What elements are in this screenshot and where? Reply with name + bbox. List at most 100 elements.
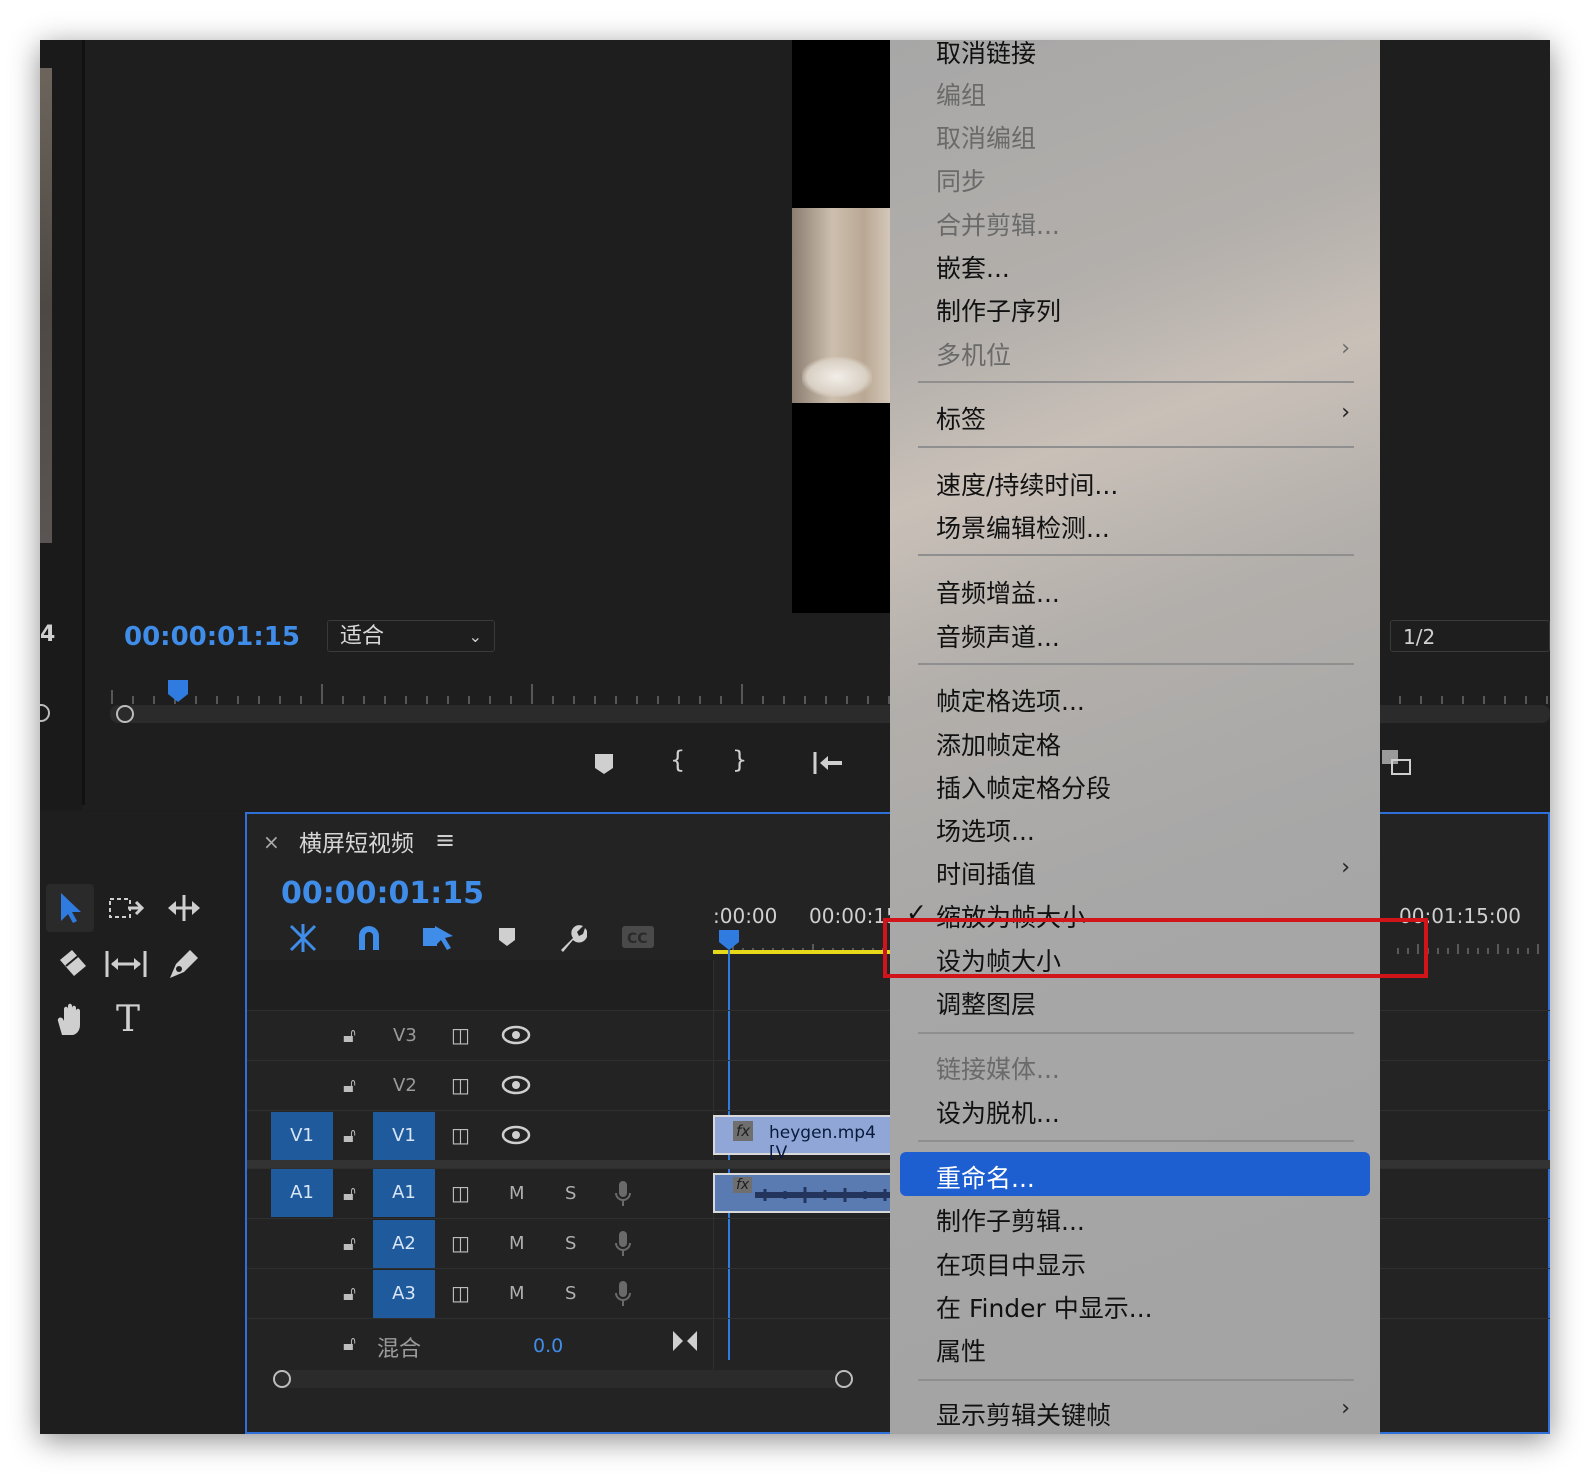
track-label-v2[interactable]: V2	[393, 1075, 417, 1096]
menu-item-speed-duration[interactable]: 速度/持续时间...	[936, 466, 1118, 502]
track-label-v3[interactable]: V3	[393, 1025, 417, 1046]
menu-item-field-options[interactable]: 场选项...	[936, 812, 1035, 848]
lock-icon[interactable]: 🔓︎	[343, 1231, 356, 1255]
zoom-handle-left[interactable]	[116, 705, 134, 723]
sync-lock-icon[interactable]: ◫	[451, 1123, 470, 1147]
program-timecode[interactable]: 00:00:01:15	[124, 622, 300, 652]
sync-lock-icon[interactable]: ◫	[451, 1023, 470, 1047]
menu-item-adjustment-layer[interactable]: 调整图层	[936, 985, 1036, 1021]
razor-tool[interactable]	[48, 940, 96, 988]
text-icon: T	[115, 999, 140, 1040]
solo-button[interactable]: S	[565, 1233, 576, 1254]
track-target-a1[interactable]: A1	[373, 1169, 435, 1217]
lock-icon[interactable]: 🔓︎	[343, 1123, 356, 1147]
track-target-v1[interactable]: V1	[373, 1112, 435, 1160]
microphone-icon[interactable]	[613, 1229, 633, 1259]
source-patch-v1[interactable]: V1	[271, 1112, 333, 1160]
lock-icon[interactable]: 🔓︎	[343, 1073, 356, 1097]
go-to-in-icon[interactable]	[812, 750, 844, 776]
add-marker-icon[interactable]	[593, 752, 615, 776]
menu-item-link-media[interactable]: 链接媒体...	[936, 1050, 1060, 1086]
menu-item-audio-gain[interactable]: 音频增益...	[936, 574, 1060, 610]
menu-item-unlink[interactable]: 取消链接	[936, 40, 1036, 70]
lock-icon[interactable]: 🔓︎	[343, 1181, 356, 1205]
menu-item-make-subsequence[interactable]: 制作子序列	[936, 292, 1061, 328]
menu-item-rename[interactable]: 重命名...	[936, 1159, 1035, 1195]
fit-dropdown[interactable]: 适合 ⌄	[327, 620, 495, 652]
timeline-scrollbar[interactable]	[273, 1370, 853, 1388]
mute-button[interactable]: M	[509, 1233, 525, 1254]
panel-menu-icon[interactable]: ≡	[435, 826, 455, 854]
captions-icon[interactable]: CC	[621, 924, 655, 950]
menu-item-insert-frame-hold-segment[interactable]: 插入帧定格分段	[936, 769, 1111, 805]
eye-icon[interactable]	[501, 1075, 531, 1095]
sync-lock-icon[interactable]: ◫	[451, 1181, 470, 1205]
scroll-handle-left[interactable]	[273, 1370, 291, 1388]
video-clip[interactable]: fx heygen.mp4 [V	[713, 1115, 893, 1163]
menu-item-scene-edit-detection[interactable]: 场景编辑检测...	[936, 509, 1110, 545]
timeline-timecode[interactable]: 00:00:01:15	[281, 876, 484, 911]
mute-button[interactable]: M	[509, 1283, 525, 1304]
menu-item-group[interactable]: 编组	[936, 76, 986, 112]
menu-item-properties[interactable]: 属性	[936, 1332, 986, 1368]
type-tool[interactable]: T	[104, 996, 152, 1044]
ripple-edit-tool[interactable]	[160, 884, 208, 932]
audio-clip[interactable]: fx	[713, 1173, 893, 1213]
solo-button[interactable]: S	[565, 1183, 576, 1204]
track-select-tool[interactable]	[102, 884, 150, 932]
hand-tool[interactable]	[48, 996, 96, 1044]
menu-item-show-clip-keyframes[interactable]: 显示剪辑关键帧	[936, 1396, 1111, 1432]
ruler-time-start: :00:00	[713, 904, 778, 928]
compare-view-icon[interactable]	[1380, 748, 1414, 778]
menu-item-multicam[interactable]: 多机位	[936, 336, 1011, 372]
scroll-handle-right[interactable]	[835, 1370, 853, 1388]
menu-item-make-subclip[interactable]: 制作子剪辑...	[936, 1202, 1085, 1238]
menu-item-make-offline[interactable]: 设为脱机...	[936, 1094, 1060, 1130]
menu-separator	[918, 381, 1354, 383]
eye-icon[interactable]	[501, 1125, 531, 1145]
microphone-icon[interactable]	[613, 1279, 633, 1309]
menu-item-audio-channels[interactable]: 音频声道...	[936, 618, 1060, 654]
source-patch-a1[interactable]: A1	[271, 1169, 333, 1217]
menu-item-nest[interactable]: 嵌套...	[936, 249, 1010, 285]
track-target-a2[interactable]: A2	[373, 1220, 435, 1268]
pen-tool[interactable]	[160, 940, 208, 988]
close-icon[interactable]: ×	[263, 830, 280, 854]
microphone-icon[interactable]	[613, 1179, 633, 1209]
resolution-dropdown[interactable]: 1/2	[1390, 620, 1550, 652]
menu-item-ungroup[interactable]: 取消编组	[936, 119, 1036, 155]
wrench-icon[interactable]	[555, 922, 587, 954]
menu-item-label[interactable]: 标签	[936, 400, 986, 436]
mark-in-icon[interactable]: {	[670, 746, 685, 774]
insert-overwrite-icon[interactable]	[287, 922, 319, 954]
menu-item-reveal-in-project[interactable]: 在项目中显示	[936, 1246, 1086, 1282]
menu-item-time-interpolation[interactable]: 时间插值	[936, 855, 1036, 891]
sync-lock-icon[interactable]: ◫	[451, 1281, 470, 1305]
source-scroll-handle[interactable]	[40, 704, 50, 722]
menu-item-synchronize[interactable]: 同步	[936, 162, 986, 198]
lock-icon[interactable]: 🔓︎	[343, 1023, 356, 1047]
snap-magnet-icon[interactable]	[355, 922, 383, 952]
linked-selection-icon[interactable]	[421, 922, 455, 952]
menu-item-reveal-in-finder[interactable]: 在 Finder 中显示...	[936, 1289, 1153, 1325]
mix-fader-icon[interactable]	[671, 1329, 699, 1353]
annotation-highlight-box	[883, 918, 1428, 978]
sequence-tab[interactable]: 横屏短视频	[299, 824, 414, 858]
slip-tool[interactable]	[102, 940, 150, 988]
menu-item-add-frame-hold[interactable]: 添加帧定格	[936, 726, 1061, 762]
eye-icon[interactable]	[501, 1025, 531, 1045]
arrow-icon	[61, 893, 81, 923]
timeline-marker-icon[interactable]	[497, 926, 517, 948]
sync-lock-icon[interactable]: ◫	[451, 1231, 470, 1255]
lock-icon[interactable]: 🔓︎	[343, 1331, 356, 1355]
lock-icon[interactable]: 🔓︎	[343, 1281, 356, 1305]
mark-out-icon[interactable]: }	[732, 746, 747, 774]
sync-lock-icon[interactable]: ◫	[451, 1073, 470, 1097]
selection-tool[interactable]	[46, 884, 94, 932]
menu-item-frame-hold-options[interactable]: 帧定格选项...	[936, 682, 1085, 718]
mute-button[interactable]: M	[509, 1183, 525, 1204]
solo-button[interactable]: S	[565, 1283, 576, 1304]
track-target-a3[interactable]: A3	[373, 1270, 435, 1318]
menu-item-merge-clips[interactable]: 合并剪辑...	[936, 206, 1060, 242]
mix-volume-value[interactable]: 0.0	[533, 1335, 563, 1357]
